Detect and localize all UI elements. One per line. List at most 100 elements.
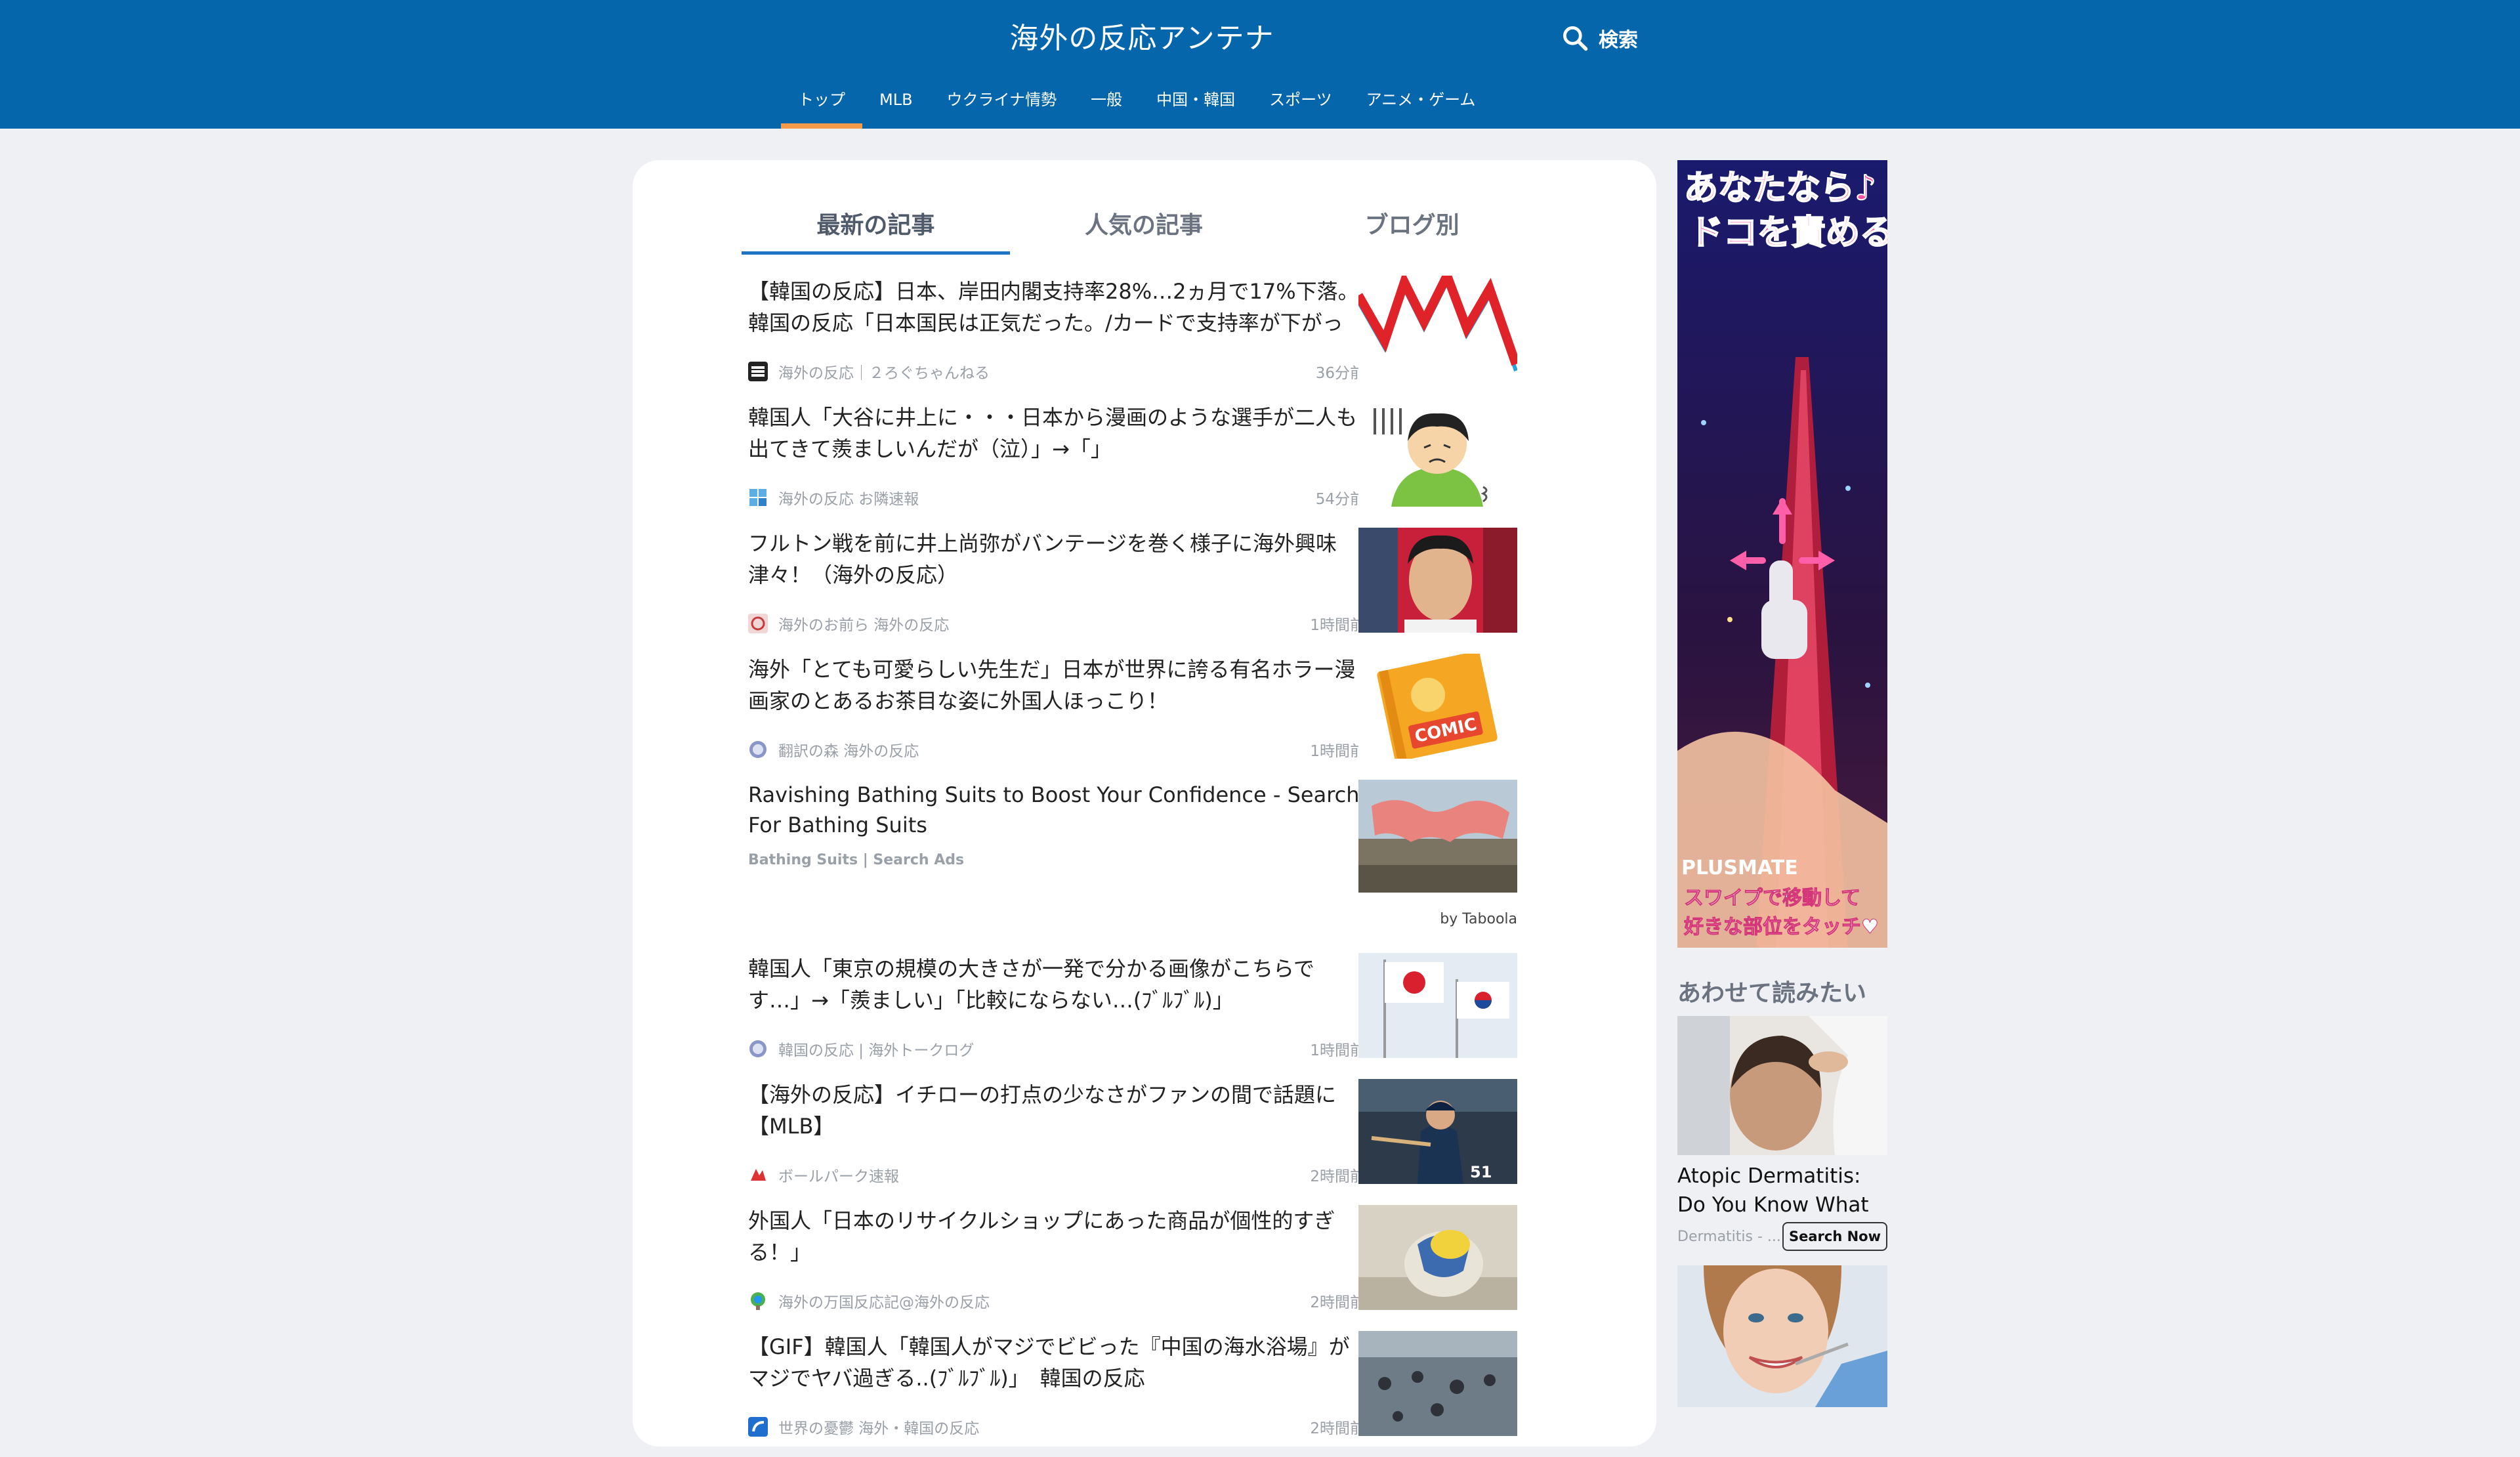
- list-item[interactable]: 韓国人「東京の規模の大きさが一発で分かる画像がこちらです…」→「羨ましい」「比較…: [748, 953, 1544, 1079]
- article-meta: 世界の憂鬱 海外・韓国の反応 2時間前: [748, 1415, 1365, 1439]
- site-logo[interactable]: 海外の反応アンテナ: [984, 18, 1299, 59]
- article-time: 1時間前: [1310, 743, 1365, 760]
- article-source[interactable]: 韓国の反応 | 海外トークログ: [778, 1038, 1310, 1060]
- article-title[interactable]: 海外「とても可愛らしい先生だ」日本が世界に誇る有名ホラー漫画家のとあるお茶目な姿…: [748, 654, 1365, 717]
- article-title[interactable]: 【GIF】韓国人「韓国人がマジでビビった『中国の海水浴場』がマジでヤバ過ぎる..…: [748, 1331, 1365, 1394]
- article-tabs: 最新の記事 人気の記事 ブログ別: [742, 202, 1546, 255]
- search-button[interactable]: 検索: [1561, 20, 1638, 56]
- sidebar-card-title[interactable]: Atopic Dermatitis: Do You Know What Caus…: [1677, 1162, 1887, 1219]
- decline-chart-image: [1358, 276, 1517, 381]
- main-nav: トップ MLB ウクライナ情勢 一般 中国・韓国 スポーツ アニメ・ゲーム: [781, 79, 1492, 129]
- ad-thumbnail[interactable]: [1358, 780, 1517, 893]
- sidebar-banner-ad[interactable]: あなたなら♪ ドコを責める? PLUSMATE スワイプで移動して 好きな部位を…: [1677, 160, 1887, 948]
- sidebar-card-footer: Dermatitis - ... Search Now: [1677, 1222, 1887, 1251]
- related-heading: あわせて読みたい: [1677, 980, 1867, 1007]
- article-meta: ボールパーク速報 2時間前: [748, 1163, 1365, 1187]
- article-source[interactable]: 海外の反応 お隣速報: [778, 486, 1316, 509]
- sidebar-card-image-2[interactable]: [1677, 1265, 1887, 1407]
- article-source[interactable]: ボールパーク速報: [778, 1164, 1310, 1186]
- article-source[interactable]: 海外の万国反応記@海外の反応: [778, 1290, 1310, 1312]
- list-item[interactable]: 海外「とても可愛らしい先生だ」日本が世界に誇る有名ホラー漫画家のとあるお茶目な姿…: [748, 654, 1544, 780]
- sidebar-card-image[interactable]: [1677, 1016, 1887, 1155]
- list-item[interactable]: 【GIF】韓国人「韓国人がマジでビビった『中国の海水浴場』がマジでヤバ過ぎる..…: [748, 1331, 1544, 1457]
- article-thumbnail[interactable]: [1358, 1205, 1517, 1310]
- article-meta: 海外の万国反応記@海外の反応 2時間前: [748, 1289, 1365, 1313]
- search-now-button[interactable]: Search Now: [1782, 1222, 1887, 1251]
- article-title[interactable]: 【韓国の反応】日本、岸田内閣支持率28%…2ヵ月で17%下落。韓国の反応「日本国…: [748, 276, 1365, 339]
- nav-item-ukraine[interactable]: ウクライナ情勢: [930, 79, 1074, 129]
- baseball-player-photo: 51: [1358, 1079, 1517, 1184]
- search-icon: [1563, 26, 1588, 51]
- ad-caption-2: 好きな部位をタッチ♥: [1683, 916, 1879, 939]
- article-title[interactable]: 韓国人「東京の規模の大きさが一発で分かる画像がこちらです…」→「羨ましい」「比較…: [748, 953, 1365, 1016]
- article-source[interactable]: 海外のお前ら 海外の反応: [778, 612, 1310, 635]
- article-title[interactable]: 【海外の反応】イチローの打点の少なさがファンの間で話題に【MLB】: [748, 1079, 1365, 1142]
- article-meta: 韓国の反応 | 海外トークログ 1時間前: [748, 1037, 1365, 1061]
- article-meta: 海外のお前ら 海外の反応 1時間前: [748, 612, 1365, 635]
- blog-favicon-icon: [751, 1292, 765, 1310]
- article-thumbnail[interactable]: COMIC: [1358, 654, 1517, 759]
- tab-latest[interactable]: 最新の記事: [742, 202, 1010, 255]
- svg-text:51: 51: [1470, 1163, 1492, 1181]
- article-thumbnail[interactable]: [1358, 1331, 1517, 1436]
- sad-person-illustration: [1358, 402, 1517, 507]
- blog-favicon-icon: [748, 362, 768, 381]
- article-title[interactable]: 外国人「日本のリサイクルショップにあった商品が個性的すぎる！」: [748, 1205, 1365, 1268]
- crowded-beach-photo: [1358, 1331, 1517, 1436]
- banner-ad-image: あなたなら♪ ドコを責める? PLUSMATE スワイプで移動して 好きな部位を…: [1677, 160, 1887, 948]
- nav-item-mlb[interactable]: MLB: [862, 79, 930, 129]
- list-item[interactable]: 【海外の反応】イチローの打点の少なさがファンの間で話題に【MLB】 ボールパーク…: [748, 1079, 1544, 1205]
- article-source[interactable]: 翻訳の森 海外の反応: [778, 738, 1310, 761]
- article-source[interactable]: 世界の憂鬱 海外・韓国の反応: [778, 1416, 1310, 1438]
- article-source[interactable]: 海外の反応｜２ろぐちゃんねる: [778, 360, 1316, 383]
- article-meta: 海外の反応｜２ろぐちゃんねる 36分前: [748, 360, 1365, 383]
- nav-item-anime-game[interactable]: アニメ・ゲーム: [1349, 79, 1493, 129]
- ad-sponsor[interactable]: Bathing Suits | Search Ads: [748, 852, 964, 868]
- list-item[interactable]: 外国人「日本のリサイクルショップにあった商品が個性的すぎる！」 海外の万国反応記…: [748, 1205, 1544, 1331]
- article-title[interactable]: フルトン戦を前に井上尚弥がバンテージを巻く様子に海外興味津々！（海外の反応）: [748, 528, 1365, 591]
- article-card: 最新の記事 人気の記事 ブログ別 【韓国の反応】日本、岸田内閣支持率28%…2ヵ…: [633, 160, 1656, 1446]
- blog-favicon-icon: [749, 489, 766, 506]
- swimsuit-photo: [1358, 780, 1517, 893]
- sidebar-card-sponsor[interactable]: Dermatitis - ...: [1677, 1229, 1781, 1245]
- scalp-exam-photo: [1677, 1016, 1887, 1155]
- article-thumbnail[interactable]: [1358, 276, 1517, 381]
- site-header: 海外の反応アンテナ 検索 トップ MLB ウクライナ情勢 一般 中国・韓国 スポ…: [0, 0, 2520, 129]
- article-time: 2時間前: [1310, 1420, 1365, 1437]
- article-thumbnail[interactable]: 51: [1358, 1079, 1517, 1184]
- ad-headline-1: あなたなら♪: [1684, 169, 1876, 208]
- article-time: 1時間前: [1310, 1042, 1365, 1059]
- blog-favicon-icon: [749, 741, 766, 758]
- article-title[interactable]: 韓国人「大谷に井上に・・・日本から漫画のような選手が二人も出てきて羨ましいんだが…: [748, 402, 1365, 465]
- sidebar-sponsored-card[interactable]: Atopic Dermatitis: Do You Know What Caus…: [1677, 1016, 1887, 1251]
- nav-item-general[interactable]: 一般: [1074, 79, 1139, 129]
- nav-item-sports[interactable]: スポーツ: [1252, 79, 1349, 129]
- article-time: 36分前: [1315, 365, 1365, 382]
- ad-title[interactable]: Ravishing Bathing Suits to Boost Your Co…: [748, 780, 1365, 840]
- article-thumbnail[interactable]: [1358, 528, 1517, 633]
- tab-by-blog[interactable]: ブログ別: [1278, 202, 1546, 255]
- list-item[interactable]: フルトン戦を前に井上尚弥がバンテージを巻く様子に海外興味津々！（海外の反応） 海…: [748, 528, 1544, 654]
- recycle-shop-photo: [1358, 1205, 1517, 1310]
- ad-headline-2: ドコを責める?: [1689, 213, 1887, 253]
- list-item[interactable]: 【韓国の反応】日本、岸田内閣支持率28%…2ヵ月で17%下落。韓国の反応「日本国…: [748, 276, 1544, 402]
- nav-item-top[interactable]: トップ: [781, 79, 862, 129]
- list-item[interactable]: 韓国人「大谷に井上に・・・日本から漫画のような選手が二人も出てきて羨ましいんだが…: [748, 402, 1544, 528]
- blog-favicon-icon: [748, 1417, 768, 1437]
- article-meta: 海外の反応 お隣速報 54分前: [748, 486, 1365, 509]
- article-thumbnail[interactable]: [1358, 953, 1517, 1058]
- article-meta: 翻訳の森 海外の反応 1時間前: [748, 738, 1365, 761]
- ad-brand: PLUSMATE: [1681, 856, 1798, 879]
- article-time: 54分前: [1315, 491, 1365, 508]
- sponsored-item[interactable]: Ravishing Bathing Suits to Boost Your Co…: [748, 780, 1544, 953]
- tab-popular[interactable]: 人気の記事: [1010, 202, 1278, 255]
- boxer-photo: [1358, 528, 1517, 633]
- dental-photo: [1677, 1265, 1887, 1407]
- taboola-label[interactable]: by Taboola: [1438, 911, 1517, 927]
- article-thumbnail[interactable]: [1358, 402, 1517, 507]
- blog-favicon-icon: [748, 1165, 768, 1185]
- nav-item-china-korea[interactable]: 中国・韓国: [1139, 79, 1252, 129]
- ad-caption-1: スワイプで移動して: [1684, 887, 1860, 910]
- article-time: 2時間前: [1310, 1168, 1365, 1185]
- search-label: 検索: [1599, 29, 1638, 52]
